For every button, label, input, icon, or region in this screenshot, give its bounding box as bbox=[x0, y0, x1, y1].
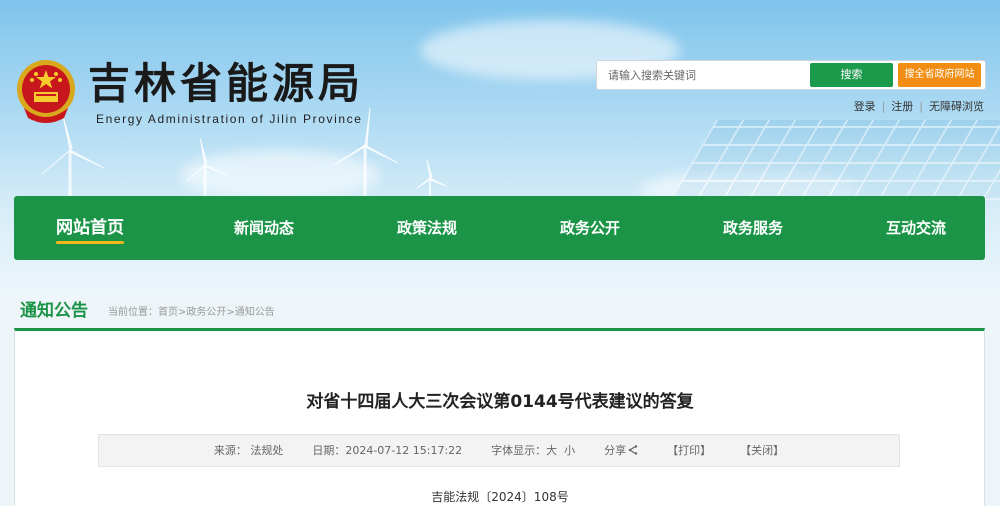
nav-item-gov-affairs[interactable]: 政务公开 bbox=[560, 196, 620, 260]
print-button[interactable]: 【打印】 bbox=[667, 444, 711, 457]
nav-item-interaction[interactable]: 互动交流 bbox=[886, 196, 946, 260]
share-icon bbox=[628, 445, 638, 455]
breadcrumb-separator: > bbox=[226, 307, 235, 318]
share-button[interactable]: 分享 bbox=[604, 444, 638, 457]
article-panel bbox=[14, 328, 985, 506]
accessible-browse-link[interactable]: 无障碍浏览 bbox=[929, 100, 984, 113]
article-meta-bar: 来源： 法规处 日期：2024-07-12 15:17:22 字体显示：大 小 … bbox=[98, 434, 900, 467]
login-link[interactable]: 登录 bbox=[854, 100, 876, 113]
date-label: 日期： bbox=[312, 444, 346, 457]
font-small-button[interactable]: 小 bbox=[564, 444, 575, 457]
nav-item-gov-services[interactable]: 政务服务 bbox=[723, 196, 783, 260]
breadcrumb-home[interactable]: 首页 bbox=[158, 307, 178, 318]
national-emblem-icon bbox=[17, 60, 75, 123]
section-title: 通知公告 bbox=[20, 301, 88, 321]
register-link[interactable]: 注册 bbox=[891, 100, 913, 113]
source-value: 法规处 bbox=[250, 444, 284, 457]
search-button[interactable]: 搜索 bbox=[810, 63, 893, 87]
site-title: 吉林省能源局 bbox=[88, 59, 365, 108]
article-title: 对省十四届人大三次会议第0144号代表建议的答复 bbox=[306, 392, 694, 412]
solar-panel-decoration bbox=[670, 120, 1000, 200]
search-input[interactable] bbox=[608, 64, 803, 86]
date-value: 2024-07-12 15:17:22 bbox=[345, 444, 463, 457]
breadcrumb-gov-affairs[interactable]: 政务公开 bbox=[186, 307, 226, 318]
nav-item-news[interactable]: 新闻动态 bbox=[234, 196, 294, 260]
close-button[interactable]: 【关闭】 bbox=[740, 444, 784, 457]
share-label: 分享 bbox=[604, 444, 627, 457]
site-subtitle: Energy Administration of Jilin Province bbox=[96, 112, 363, 126]
nav-item-policy[interactable]: 政策法规 bbox=[397, 196, 457, 260]
font-large-button[interactable]: 大 bbox=[546, 444, 557, 457]
location-bar: 通知公告 当前位置：首页>政务公开>通知公告 bbox=[20, 296, 980, 322]
divider: | bbox=[919, 100, 923, 113]
search-all-province-button[interactable]: 搜全省政府网站 bbox=[898, 63, 981, 87]
breadcrumb-notices[interactable]: 通知公告 bbox=[235, 307, 275, 318]
user-links: 登录 | 注册 | 无障碍浏览 bbox=[854, 98, 984, 114]
breadcrumb-prefix: 当前位置： bbox=[108, 307, 158, 318]
breadcrumb: 当前位置：首页>政务公开>通知公告 bbox=[108, 303, 275, 318]
document-number: 吉能法规〔2024〕108号 bbox=[431, 490, 569, 504]
source-label: 来源： bbox=[213, 444, 247, 457]
font-size-label: 字体显示： bbox=[491, 444, 547, 457]
divider: | bbox=[881, 100, 886, 113]
main-nav: 网站首页 新闻动态 政策法规 政务公开 政务服务 互动交流 bbox=[14, 196, 985, 260]
nav-item-home[interactable]: 网站首页 bbox=[56, 196, 124, 260]
